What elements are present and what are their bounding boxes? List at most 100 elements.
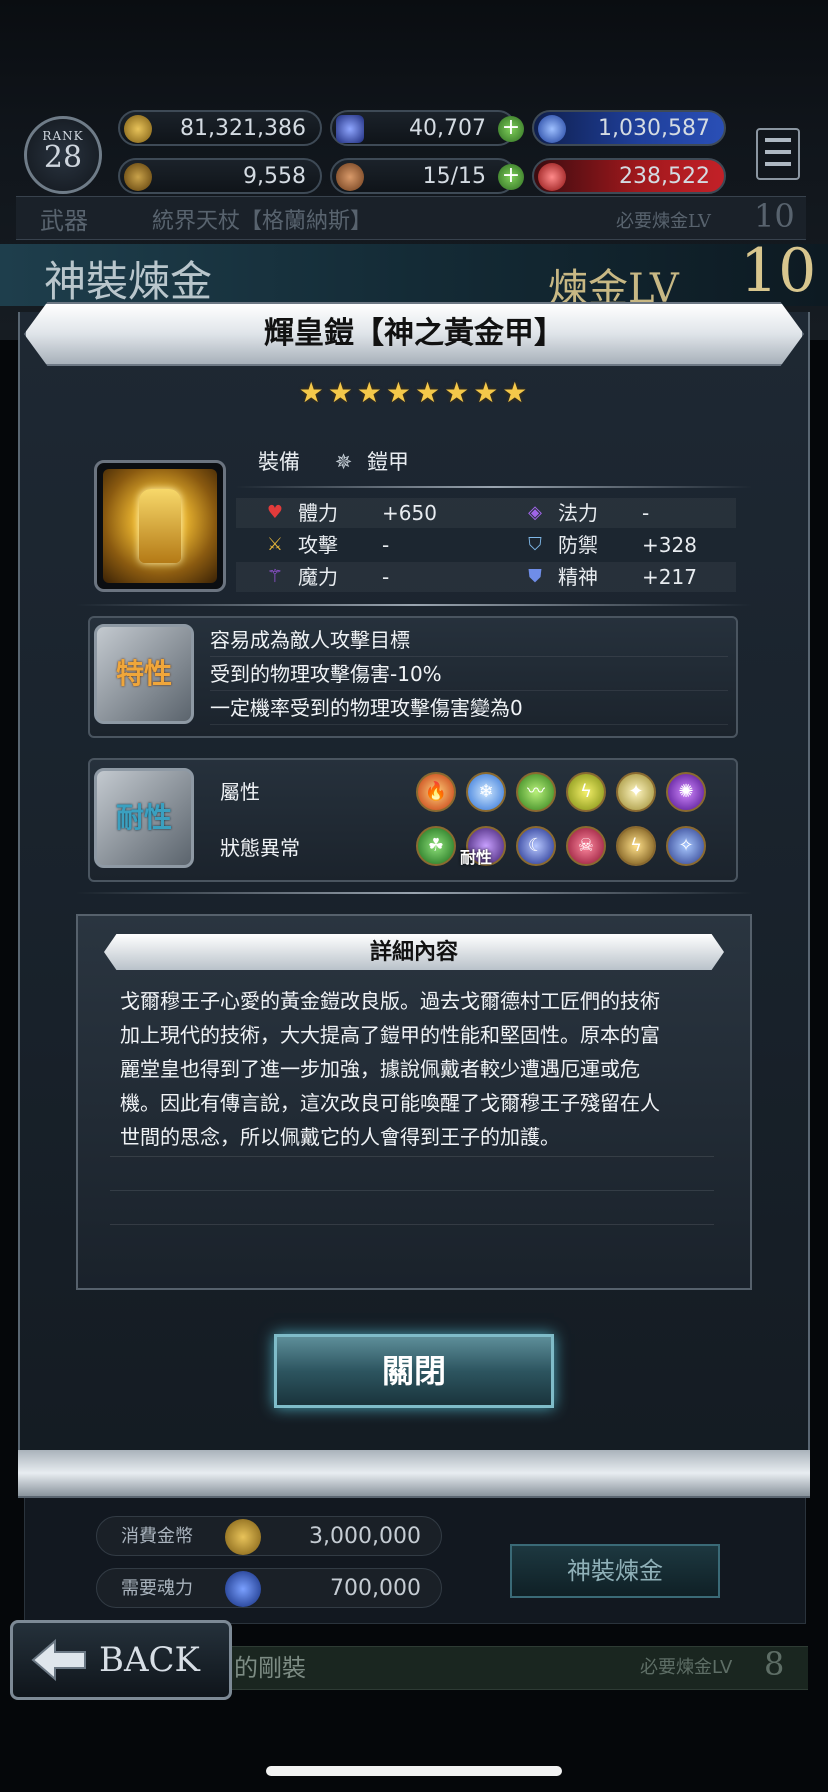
ice-element-icon: ❄ <box>466 772 506 812</box>
weapon-name: 統界天杖【格蘭納斯】 <box>152 209 373 234</box>
shield-icon: ⛉ <box>528 534 542 555</box>
stat-value-mp: - <box>642 501 650 525</box>
cost-gold-label: 消費金幣 <box>121 1526 193 1547</box>
poison-status-icon: ☘ <box>416 826 456 866</box>
divider <box>76 892 752 894</box>
stat-label-mag: 魔力 <box>298 565 338 589</box>
weapon-list-row[interactable]: 武器 統界天杖【格蘭納斯】 必要煉金LV 10 <box>16 196 806 240</box>
cost-soul-value: 700,000 <box>330 1576 421 1601</box>
trait-badge: 特性 <box>94 624 194 724</box>
red-orb-counter: 238,522 <box>532 158 726 194</box>
resistance-badge: 耐性 <box>94 768 194 868</box>
banner-title: 神裝煉金 <box>44 257 213 306</box>
next-equipment-row[interactable]: 的剛裝 必要煉金LV 8 <box>200 1645 808 1690</box>
description-line: 戈爾穆王子心愛的黃金鎧改良版。過去戈爾德村工匠們的技術 <box>120 989 660 1013</box>
stat-value-mag: - <box>382 565 390 589</box>
stat-label-hp: 體力 <box>298 501 338 525</box>
confusion-status-icon: ✧ <box>666 826 706 866</box>
gold-coin-icon <box>225 1519 261 1555</box>
gold-coin-icon <box>124 115 152 143</box>
alchemy-button[interactable]: 神裝煉金 <box>510 1544 720 1598</box>
stat-label-mp: 法力 <box>558 501 598 525</box>
description-line: 機。因此有傳言說，這次改良可能喚醒了戈爾穆王子殘留在人 <box>120 1091 660 1115</box>
spirit-shield-icon: ⛊ <box>528 566 542 587</box>
gold-counter: 81,321,386 <box>118 110 322 146</box>
description-rule <box>110 1156 714 1157</box>
back-label: BACK <box>99 1640 200 1680</box>
cost-soul-row: 需要魂力 700,000 <box>96 1568 442 1608</box>
next-equipment-name: 的剛裝 <box>234 1654 306 1682</box>
medal-counter: 9,558 <box>118 158 322 194</box>
equip-label: 裝備 <box>258 450 300 474</box>
trait-line: 容易成為敵人攻擊目標 <box>210 624 728 657</box>
dark-element-icon: ✺ <box>666 772 706 812</box>
alchemy-lv-value: 10 <box>740 236 817 306</box>
golden-armor-icon <box>103 469 217 583</box>
blue-orb-value: 1,030,587 <box>598 116 710 141</box>
stat-label-atk: 攻擊 <box>298 533 338 557</box>
rank-value: 28 <box>43 140 83 175</box>
description-title: 詳細內容 <box>369 939 458 965</box>
heart-icon: ♥ <box>266 502 284 523</box>
divider <box>236 486 752 488</box>
paralysis-status-icon: ϟ <box>616 826 656 866</box>
death-status-icon: ☠ <box>566 826 606 866</box>
stat-value-atk: - <box>382 533 390 557</box>
stat-label-spr: 精神 <box>558 565 598 589</box>
stamina-icon <box>336 163 364 191</box>
required-lv-label: 必要煉金LV <box>616 211 711 232</box>
required-lv-value: 10 <box>754 197 795 235</box>
wind-element-icon: 〰 <box>516 772 556 812</box>
equip-type-line: 裝備 ✵ 鎧甲 <box>258 444 409 480</box>
rarity-stars: ★★★★★★★★ <box>298 376 532 409</box>
description-rule <box>110 1224 714 1225</box>
light-element-icon: ✦ <box>616 772 656 812</box>
menu-button[interactable] <box>756 128 800 180</box>
close-button[interactable]: 關閉 <box>274 1334 554 1408</box>
stamina-counter: 15/15 + <box>330 158 524 194</box>
next-required-lv-value: 8 <box>764 1645 785 1683</box>
trait-line: 受到的物理攻擊傷害-10% <box>210 658 728 691</box>
next-required-lv-label: 必要煉金LV <box>640 1657 733 1678</box>
blue-orb-counter: 1,030,587 <box>532 110 726 146</box>
add-crystal-button[interactable]: + <box>498 116 524 142</box>
crystal-icon <box>336 115 364 143</box>
cost-gold-row: 消費金幣 3,000,000 <box>96 1516 442 1556</box>
lightning-element-icon: ϟ <box>566 772 606 812</box>
weapon-category: 武器 <box>40 207 88 235</box>
spell-icon: ◈ <box>528 502 542 523</box>
item-title: 輝皇鎧【神之黃金甲】 <box>264 316 564 351</box>
stat-label-def: 防禦 <box>558 533 598 557</box>
medal-value: 9,558 <box>243 164 306 189</box>
description-line: 世間的思念，所以佩戴它的人會得到王子的加護。 <box>120 1125 560 1149</box>
back-arrow-icon <box>31 1638 86 1682</box>
stat-value-hp: +650 <box>382 501 437 525</box>
home-indicator[interactable] <box>266 1766 562 1776</box>
back-button[interactable]: BACK <box>10 1620 232 1700</box>
menu-icon <box>765 138 791 142</box>
add-stamina-button[interactable]: + <box>498 164 524 190</box>
description-line: 麗堂皇也得到了進一步加強，據說佩戴者較少遭遇厄運或危 <box>120 1057 640 1081</box>
crystal-value: 40,707 <box>409 116 486 141</box>
attribute-label: 屬性 <box>220 780 260 804</box>
gold-value: 81,321,386 <box>180 116 306 141</box>
alchemy-banner: 神裝煉金 煉金LV 10 <box>0 236 828 312</box>
sleep-status-icon: ☾ <box>516 826 556 866</box>
blue-orb-icon <box>538 115 566 143</box>
status-ailment-label: 狀態異常 <box>220 836 300 860</box>
description-text: 戈爾穆王子心愛的黃金鎧改良版。過去戈爾德村工匠們的技術 加上現代的技術，大大提高… <box>120 984 720 1154</box>
fire-element-icon: 🔥 <box>416 772 456 812</box>
stat-value-def: +328 <box>642 533 697 557</box>
cost-gold-value: 3,000,000 <box>309 1524 421 1549</box>
soul-orb-icon <box>225 1571 261 1607</box>
equip-type: 鎧甲 <box>366 450 409 474</box>
trait-line: 一定機率受到的物理攻擊傷害變為0 <box>210 692 728 725</box>
stamina-value: 15/15 <box>422 164 486 189</box>
description-rule <box>110 1190 714 1191</box>
item-icon-frame <box>94 460 226 592</box>
stat-value-spr: +217 <box>642 565 697 589</box>
divider <box>76 604 752 606</box>
cost-soul-label: 需要魂力 <box>121 1578 193 1599</box>
armor-type-icon: ✵ <box>334 450 353 474</box>
red-orb-value: 238,522 <box>619 164 710 189</box>
